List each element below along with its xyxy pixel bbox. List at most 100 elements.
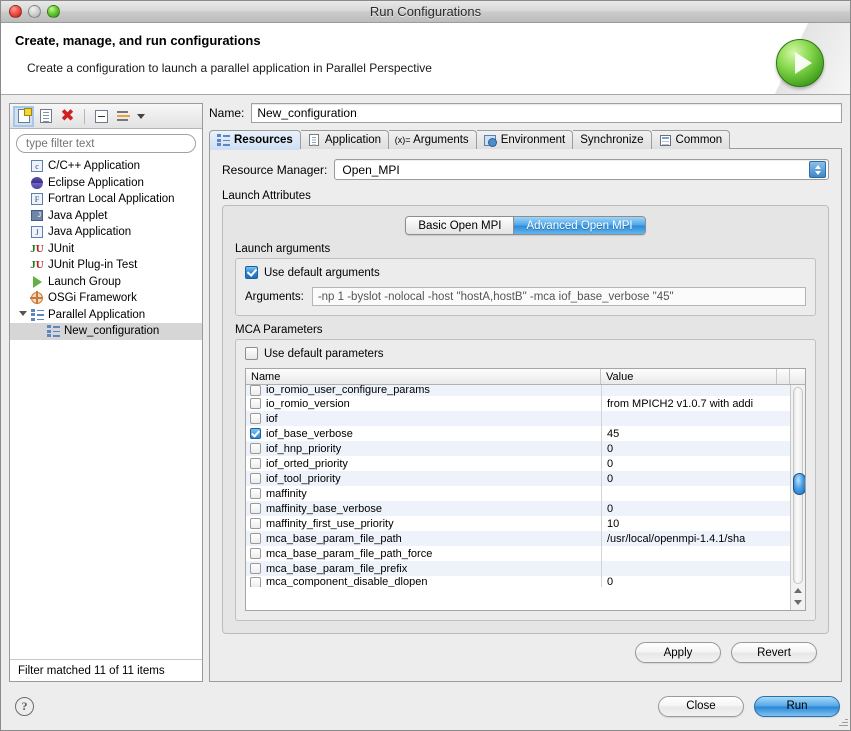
use-default-arguments-row[interactable]: Use default arguments <box>245 266 806 279</box>
apply-button[interactable]: Apply <box>635 642 721 663</box>
row-checkbox[interactable] <box>250 413 261 424</box>
scrollbar-track[interactable] <box>793 387 805 584</box>
parameter-value: 45 <box>601 426 790 441</box>
table-row[interactable]: mca_component_disable_dlopen 0 <box>246 576 790 587</box>
resource-manager-select[interactable]: Open_MPI <box>334 159 829 180</box>
resize-grip-icon[interactable] <box>836 716 848 728</box>
use-default-parameters-checkbox[interactable] <box>245 347 258 360</box>
wizard-banner: Create, manage, and run configurations C… <box>1 23 850 95</box>
sidebar-item-junit[interactable]: JU JUnit <box>10 241 202 258</box>
row-checkbox[interactable] <box>250 518 261 529</box>
footer-buttons: Close Run <box>658 695 840 717</box>
column-header-name[interactable]: Name <box>246 369 601 384</box>
segment-basic-open-mpi[interactable]: Basic Open MPI <box>406 217 514 234</box>
segment-advanced-open-mpi[interactable]: Advanced Open MPI <box>513 217 645 234</box>
resource-manager-value: Open_MPI <box>342 162 400 177</box>
scroll-down-icon[interactable] <box>794 599 802 605</box>
chevron-down-icon[interactable] <box>137 113 145 119</box>
row-checkbox[interactable] <box>250 563 261 574</box>
table-row[interactable]: maffinity <box>246 486 790 501</box>
revert-button[interactable]: Revert <box>731 642 817 663</box>
tab-label: Resources <box>234 134 293 146</box>
tab-resources[interactable]: Resources <box>209 130 301 150</box>
row-checkbox[interactable] <box>250 488 261 499</box>
tab-application[interactable]: Application <box>300 130 390 149</box>
help-icon[interactable]: ? <box>15 696 34 716</box>
new-configuration-icon[interactable] <box>15 107 32 125</box>
parameter-name: io_romio_version <box>266 397 350 410</box>
row-checkbox[interactable] <box>250 458 261 469</box>
tab-common[interactable]: Common <box>651 130 731 149</box>
table-row[interactable]: io_romio_version from MPICH2 v1.0.7 with… <box>246 396 790 411</box>
sidebar-item-eclipse-application[interactable]: Eclipse Application <box>10 175 202 192</box>
sidebar-item-parallel-application[interactable]: Parallel Application <box>10 307 202 324</box>
sidebar-item-osgi-framework[interactable]: OSGi Framework <box>10 290 202 307</box>
table-row[interactable]: io_romio_user_configure_params <box>246 385 790 396</box>
parameter-name: mca_component_disable_dlopen <box>266 576 428 587</box>
resources-icon <box>217 134 230 147</box>
row-checkbox[interactable] <box>250 385 261 396</box>
table-row[interactable]: iof <box>246 411 790 426</box>
column-header-scroll-spacer <box>790 369 805 384</box>
tab-arguments[interactable]: (x)= Arguments <box>389 130 477 149</box>
scrollbar-arrows[interactable] <box>791 584 805 610</box>
expand-triangle-icon[interactable] <box>19 310 28 319</box>
table-row[interactable]: iof_hnp_priority 0 <box>246 441 790 456</box>
table-vertical-scrollbar[interactable] <box>790 385 805 610</box>
mca-parameters-group: MCA Parameters Use default parameters Na… <box>235 324 816 621</box>
arguments-label: Arguments: <box>245 290 304 303</box>
duplicate-configuration-icon[interactable] <box>37 108 54 125</box>
table-row[interactable]: maffinity_base_verbose 0 <box>246 501 790 516</box>
scroll-up-icon[interactable] <box>794 588 802 594</box>
scrollbar-thumb[interactable] <box>793 473 805 495</box>
row-checkbox[interactable] <box>250 533 261 544</box>
table-row[interactable]: maffinity_first_use_priority 10 <box>246 516 790 531</box>
parameter-value: 0 <box>601 456 790 471</box>
parameter-value <box>601 411 790 426</box>
chevron-updown-icon[interactable] <box>809 161 826 178</box>
close-button[interactable]: Close <box>658 695 744 717</box>
arguments-input[interactable] <box>311 287 806 306</box>
row-checkbox[interactable] <box>250 576 261 587</box>
row-checkbox[interactable] <box>250 503 261 514</box>
parameter-name: mca_base_param_file_prefix <box>266 562 408 575</box>
tree-item-label: Java Applet <box>48 209 108 222</box>
row-checkbox[interactable] <box>250 443 261 454</box>
column-header-value[interactable]: Value <box>601 369 777 384</box>
parameter-name: io_romio_user_configure_params <box>266 385 430 396</box>
configurations-toolbar: ✖ <box>10 104 202 129</box>
delete-configuration-icon[interactable]: ✖ <box>59 107 76 125</box>
table-row[interactable]: mca_base_param_file_path /usr/local/open… <box>246 531 790 546</box>
sidebar-item-launch-group[interactable]: Launch Group <box>10 274 202 291</box>
row-checkbox[interactable] <box>250 473 261 484</box>
table-row[interactable]: iof_tool_priority 0 <box>246 471 790 486</box>
tab-label: Arguments <box>413 134 469 146</box>
row-checkbox[interactable] <box>250 548 261 559</box>
tab-environment[interactable]: Environment <box>476 130 574 149</box>
java-application-icon: J <box>30 225 44 239</box>
sidebar-item-java-applet[interactable]: J Java Applet <box>10 208 202 225</box>
table-row[interactable]: mca_base_param_file_path_force <box>246 546 790 561</box>
collapse-all-icon[interactable] <box>93 108 110 125</box>
sidebar-item-fortran-local-application[interactable]: F Fortran Local Application <box>10 191 202 208</box>
tab-synchronize[interactable]: Synchronize <box>573 130 652 149</box>
use-default-arguments-checkbox[interactable] <box>245 266 258 279</box>
row-checkbox[interactable] <box>250 398 261 409</box>
use-default-parameters-row[interactable]: Use default parameters <box>245 347 806 360</box>
sidebar-item-junit-plugin-test[interactable]: JU JUnit Plug-in Test <box>10 257 202 274</box>
table-row[interactable]: iof_base_verbose 45 <box>246 426 790 441</box>
sidebar-item-java-application[interactable]: J Java Application <box>10 224 202 241</box>
filter-launch-configurations-icon[interactable] <box>115 108 132 125</box>
row-checkbox[interactable] <box>250 428 261 439</box>
sidebar-item-new-configuration[interactable]: New_configuration <box>10 323 202 340</box>
parameter-value: from MPICH2 v1.0.7 with addi <box>601 396 790 411</box>
sidebar-item-c-cpp-application[interactable]: c C/C++ Application <box>10 158 202 175</box>
tree-item-label: New_configuration <box>64 325 160 338</box>
configuration-name-input[interactable] <box>251 103 842 123</box>
parallel-application-icon <box>30 308 44 322</box>
run-button[interactable]: Run <box>754 695 840 717</box>
search-input[interactable] <box>16 134 196 153</box>
table-row[interactable]: iof_orted_priority 0 <box>246 456 790 471</box>
table-row[interactable]: mca_base_param_file_prefix <box>246 561 790 576</box>
banner-title: Create, manage, and run configurations <box>15 33 261 48</box>
